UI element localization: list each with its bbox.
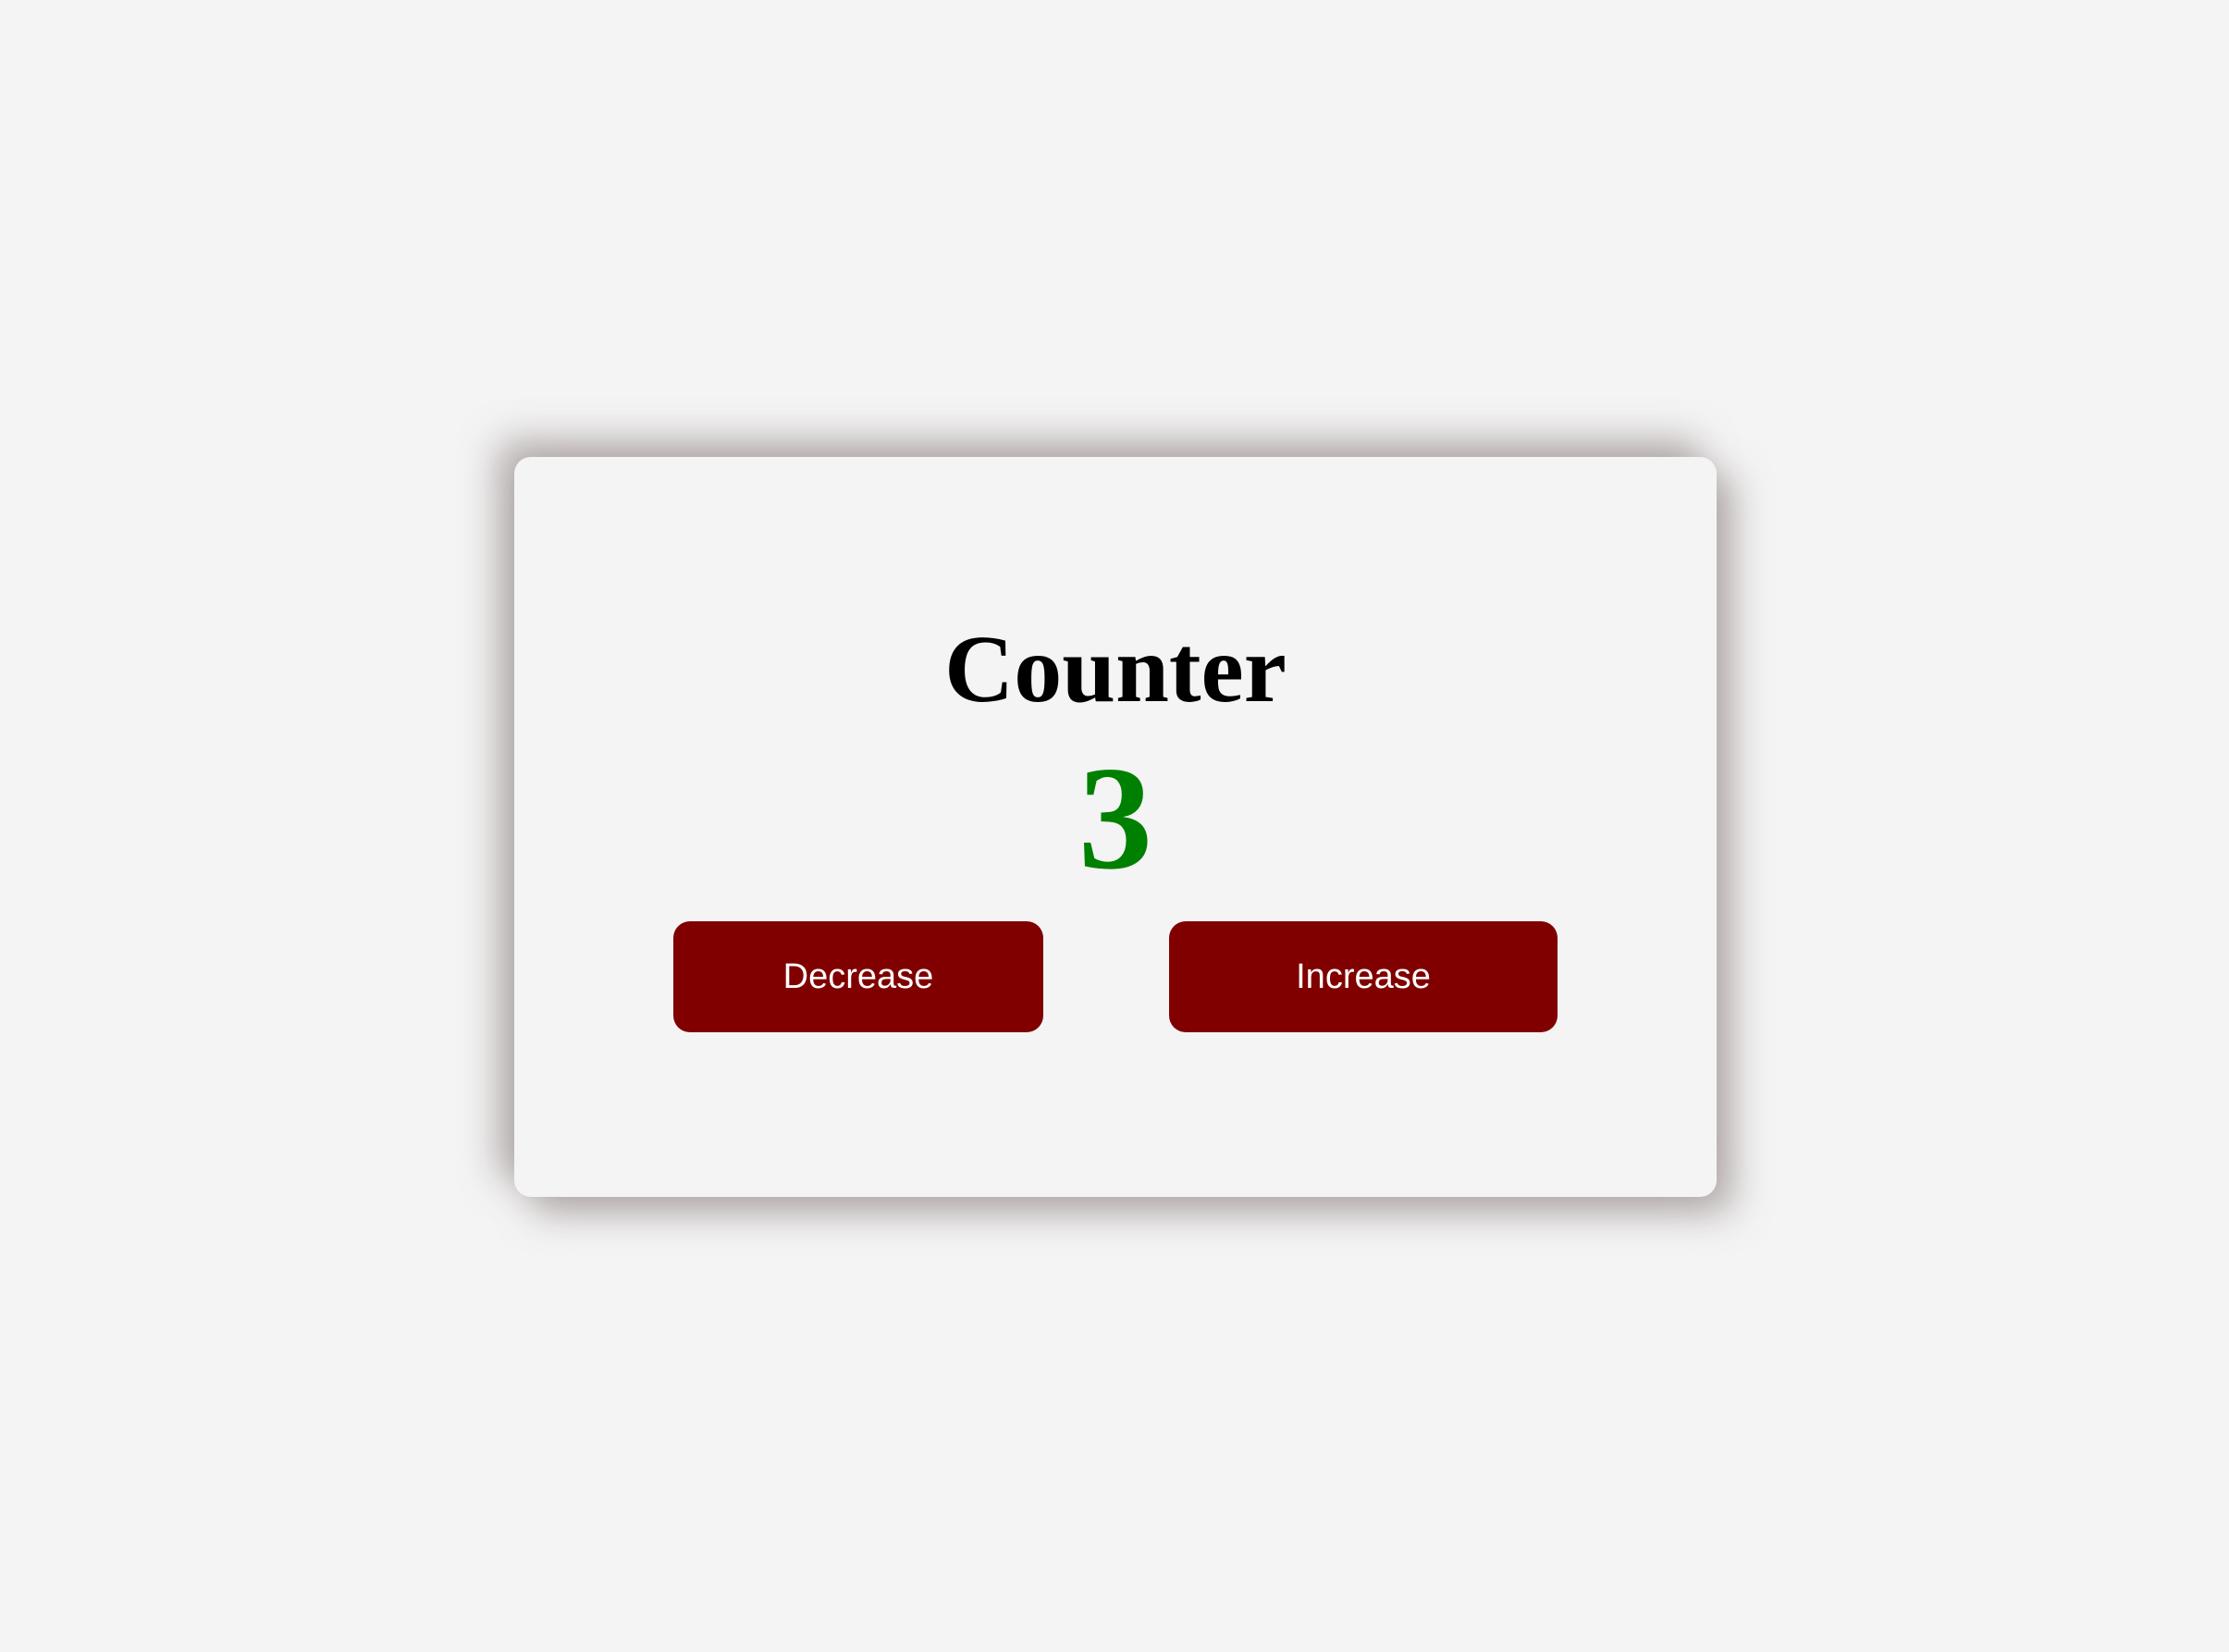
decrease-button[interactable]: Decrease	[673, 921, 1043, 1032]
counter-card: Counter 3 Decrease Increase	[514, 457, 1717, 1197]
counter-title: Counter	[944, 616, 1287, 722]
increase-button[interactable]: Increase	[1169, 921, 1558, 1032]
counter-value: 3	[1078, 735, 1152, 900]
